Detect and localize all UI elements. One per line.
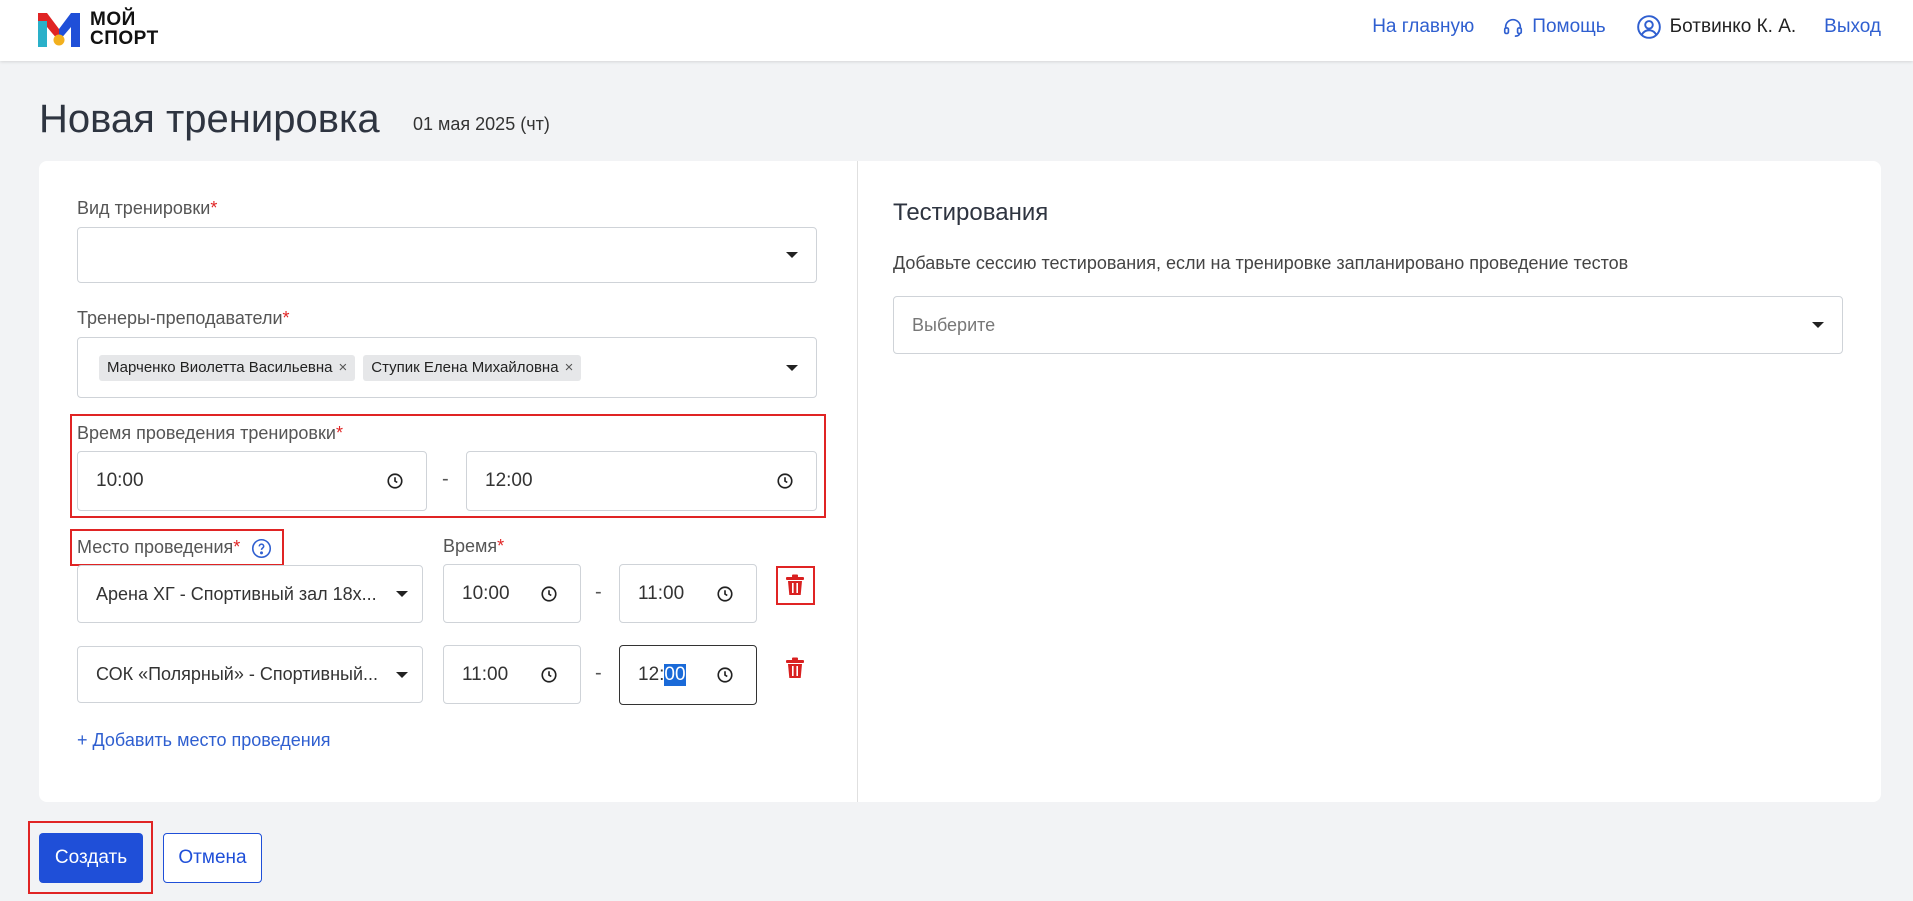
coach-chip-label: Ступик Елена Михайловна bbox=[371, 359, 559, 376]
add-venue-link[interactable]: + Добавить место проведения bbox=[77, 730, 331, 751]
venue-start-time-value: 10:00 bbox=[462, 582, 510, 604]
training-time-label-text: Время проведения тренировки bbox=[77, 423, 336, 443]
clock-icon[interactable] bbox=[776, 472, 794, 490]
venue-start-time-input[interactable]: 11:00 bbox=[443, 645, 581, 704]
create-button[interactable]: Создать bbox=[39, 833, 143, 883]
user-menu[interactable]: Ботвинко К. А. bbox=[1636, 14, 1796, 40]
headset-icon bbox=[1504, 18, 1523, 37]
testing-description: Добавьте сессию тестирования, если на тр… bbox=[893, 253, 1629, 273]
chevron-down-icon bbox=[396, 671, 408, 678]
card-divider bbox=[857, 161, 858, 802]
training-end-time-input[interactable]: 12:00 bbox=[466, 451, 817, 511]
time-range-dash: - bbox=[595, 662, 602, 684]
coach-chip: Ступик Елена Михайловна × bbox=[363, 354, 582, 381]
clock-icon[interactable] bbox=[716, 666, 734, 684]
coaches-label-text: Тренеры-преподаватели bbox=[77, 308, 283, 328]
coach-chip: Марченко Виолетта Васильевна × bbox=[99, 354, 356, 381]
training-end-time-value: 12:00 bbox=[485, 470, 533, 491]
required-mark: * bbox=[282, 308, 290, 328]
chevron-down-icon bbox=[786, 252, 798, 258]
coach-chip-label: Марченко Виолетта Васильевна bbox=[107, 359, 333, 376]
venue-select-value: Арена ХГ - Спортивный зал 18х... bbox=[96, 583, 377, 604]
training-type-select[interactable] bbox=[77, 227, 817, 283]
venue-start-time-input[interactable]: 10:00 bbox=[443, 564, 581, 623]
training-start-time-value: 10:00 bbox=[96, 470, 144, 491]
training-time-label: Время проведения тренировки* bbox=[77, 423, 343, 444]
venue-select[interactable]: СОК «Полярный» - Спортивный... bbox=[77, 646, 423, 703]
required-mark: * bbox=[210, 198, 218, 218]
testing-session-select[interactable]: Выберите bbox=[893, 296, 1843, 354]
logo-line-2: СПОРТ bbox=[90, 28, 159, 49]
trash-icon[interactable] bbox=[785, 657, 805, 679]
cancel-button[interactable]: Отмена bbox=[163, 833, 262, 883]
required-mark: * bbox=[233, 537, 241, 557]
page-date: 01 мая 2025 (чт) bbox=[413, 114, 550, 134]
chevron-down-icon bbox=[786, 364, 798, 371]
nav-help-link[interactable]: Помощь bbox=[1502, 16, 1606, 38]
testing-title: Тестирования bbox=[893, 199, 1049, 226]
logo-mark-icon bbox=[38, 11, 80, 47]
clock-icon[interactable] bbox=[540, 666, 558, 684]
logo-text: МОЙ СПОРТ bbox=[90, 10, 159, 48]
venue-time-label: Время* bbox=[443, 536, 504, 557]
testing-session-placeholder: Выберите bbox=[912, 314, 996, 335]
clock-icon[interactable] bbox=[540, 585, 558, 603]
venue-end-time-input[interactable]: 12: 00 bbox=[619, 645, 757, 705]
venue-end-time-value: 11:00 bbox=[638, 582, 685, 604]
chevron-down-icon bbox=[1812, 322, 1824, 328]
top-header: МОЙ СПОРТ На главную Помощь Ботвинко К. … bbox=[0, 0, 1913, 61]
required-mark: * bbox=[335, 423, 343, 443]
venue-select[interactable]: Арена ХГ - Спортивный зал 18х... bbox=[77, 565, 423, 623]
time-range-dash: - bbox=[595, 581, 602, 603]
venue-select-value: СОК «Полярный» - Спортивный... bbox=[96, 664, 379, 684]
training-type-label: Вид тренировки* bbox=[77, 198, 217, 219]
venue-label-text: Место проведения bbox=[77, 537, 234, 557]
clock-icon[interactable] bbox=[716, 585, 734, 603]
logo[interactable]: МОЙ СПОРТ bbox=[38, 10, 159, 48]
venue-time-label-text: Время bbox=[443, 536, 498, 556]
venue-end-time-minute-selected: 00 bbox=[664, 664, 686, 686]
nav-home-link[interactable]: На главную bbox=[1372, 16, 1474, 38]
logo-line-1: МОЙ bbox=[90, 9, 136, 30]
training-start-time-input[interactable]: 10:00 bbox=[77, 451, 427, 511]
venue-end-time-input[interactable]: 11:00 bbox=[619, 564, 757, 623]
user-name: Ботвинко К. А. bbox=[1669, 16, 1797, 37]
training-type-label-text: Вид тренировки bbox=[77, 198, 211, 218]
nav-logout-link[interactable]: Выход bbox=[1824, 16, 1881, 38]
venue-label: Место проведения* bbox=[77, 537, 272, 559]
top-nav: На главную Помощь Ботвинко К. А. Выход bbox=[1372, 0, 1881, 54]
page-title: Новая тренировка bbox=[39, 97, 380, 141]
venue-end-time-hour: 12: bbox=[638, 664, 665, 685]
coaches-label: Тренеры-преподаватели* bbox=[77, 308, 290, 329]
venue-start-time-value: 11:00 bbox=[462, 663, 509, 685]
clock-icon[interactable] bbox=[386, 472, 404, 490]
question-circle-icon[interactable] bbox=[251, 538, 272, 559]
trash-icon[interactable] bbox=[785, 574, 805, 596]
user-circle-icon bbox=[1636, 15, 1661, 39]
chip-remove-icon[interactable]: × bbox=[339, 359, 348, 376]
time-range-dash: - bbox=[442, 468, 449, 490]
coaches-multiselect[interactable]: Марченко Виолетта Васильевна × Ступик Ел… bbox=[77, 337, 817, 398]
required-mark: * bbox=[497, 536, 505, 556]
nav-help-label: Помощь bbox=[1532, 16, 1606, 37]
chevron-down-icon bbox=[396, 591, 408, 597]
chip-remove-icon[interactable]: × bbox=[565, 359, 574, 376]
